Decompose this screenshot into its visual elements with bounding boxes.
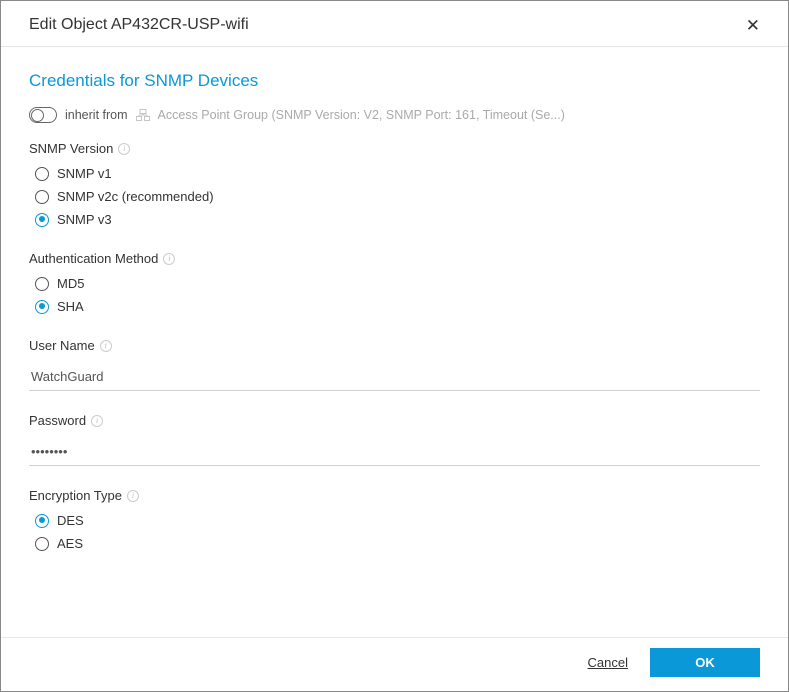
inherit-detail: Access Point Group (SNMP Version: V2, SN… bbox=[158, 108, 565, 122]
info-icon[interactable]: i bbox=[100, 340, 112, 352]
password-label: Password i bbox=[29, 413, 760, 428]
radio-label: SNMP v1 bbox=[57, 166, 112, 181]
dialog-header: Edit Object AP432CR-USP-wifi ✕ bbox=[1, 1, 788, 47]
section-title: Credentials for SNMP Devices bbox=[29, 71, 760, 91]
snmp-version-radiogroup: SNMP v1 SNMP v2c (recommended) SNMP v3 bbox=[29, 166, 760, 227]
radio-label: DES bbox=[57, 513, 84, 528]
username-label-text: User Name bbox=[29, 338, 95, 353]
encryption-type-radiogroup: DES AES bbox=[29, 513, 760, 551]
radio-icon bbox=[35, 167, 49, 181]
radio-icon bbox=[35, 190, 49, 204]
radio-sha[interactable]: SHA bbox=[35, 299, 760, 314]
info-icon[interactable]: i bbox=[127, 490, 139, 502]
radio-des[interactable]: DES bbox=[35, 513, 760, 528]
radio-icon bbox=[35, 537, 49, 551]
info-icon[interactable]: i bbox=[163, 253, 175, 265]
radio-icon bbox=[35, 277, 49, 291]
radio-aes[interactable]: AES bbox=[35, 536, 760, 551]
radio-label: SNMP v3 bbox=[57, 212, 112, 227]
info-icon[interactable]: i bbox=[91, 415, 103, 427]
snmp-version-label: SNMP Version i bbox=[29, 141, 760, 156]
password-label-text: Password bbox=[29, 413, 86, 428]
password-input[interactable] bbox=[29, 438, 760, 466]
radio-snmp-v3[interactable]: SNMP v3 bbox=[35, 212, 760, 227]
auth-method-radiogroup: MD5 SHA bbox=[29, 276, 760, 314]
username-label: User Name i bbox=[29, 338, 760, 353]
radio-snmp-v2c[interactable]: SNMP v2c (recommended) bbox=[35, 189, 760, 204]
password-block: Password i bbox=[29, 413, 760, 466]
radio-md5[interactable]: MD5 bbox=[35, 276, 760, 291]
inherit-toggle[interactable] bbox=[29, 107, 57, 123]
encryption-type-label: Encryption Type i bbox=[29, 488, 760, 503]
radio-icon bbox=[35, 300, 49, 314]
radio-label: AES bbox=[57, 536, 83, 551]
inherit-row: inherit from Access Point Group (SNMP Ve… bbox=[29, 107, 760, 123]
radio-label: SNMP v2c (recommended) bbox=[57, 189, 214, 204]
group-icon bbox=[136, 109, 150, 121]
radio-icon bbox=[35, 514, 49, 528]
dialog-title: Edit Object AP432CR-USP-wifi bbox=[29, 16, 249, 34]
auth-method-label-text: Authentication Method bbox=[29, 251, 158, 266]
cancel-button[interactable]: Cancel bbox=[588, 655, 628, 670]
encryption-type-label-text: Encryption Type bbox=[29, 488, 122, 503]
radio-snmp-v1[interactable]: SNMP v1 bbox=[35, 166, 760, 181]
radio-label: SHA bbox=[57, 299, 84, 314]
radio-label: MD5 bbox=[57, 276, 84, 291]
inherit-label: inherit from bbox=[65, 108, 128, 122]
close-icon[interactable]: ✕ bbox=[746, 17, 760, 34]
dialog-footer: Cancel OK bbox=[1, 637, 788, 691]
username-input[interactable] bbox=[29, 363, 760, 391]
dialog-body: Credentials for SNMP Devices inherit fro… bbox=[1, 71, 788, 551]
snmp-version-label-text: SNMP Version bbox=[29, 141, 113, 156]
info-icon[interactable]: i bbox=[118, 143, 130, 155]
radio-icon bbox=[35, 213, 49, 227]
auth-method-label: Authentication Method i bbox=[29, 251, 760, 266]
ok-button[interactable]: OK bbox=[650, 648, 760, 677]
username-block: User Name i bbox=[29, 338, 760, 391]
